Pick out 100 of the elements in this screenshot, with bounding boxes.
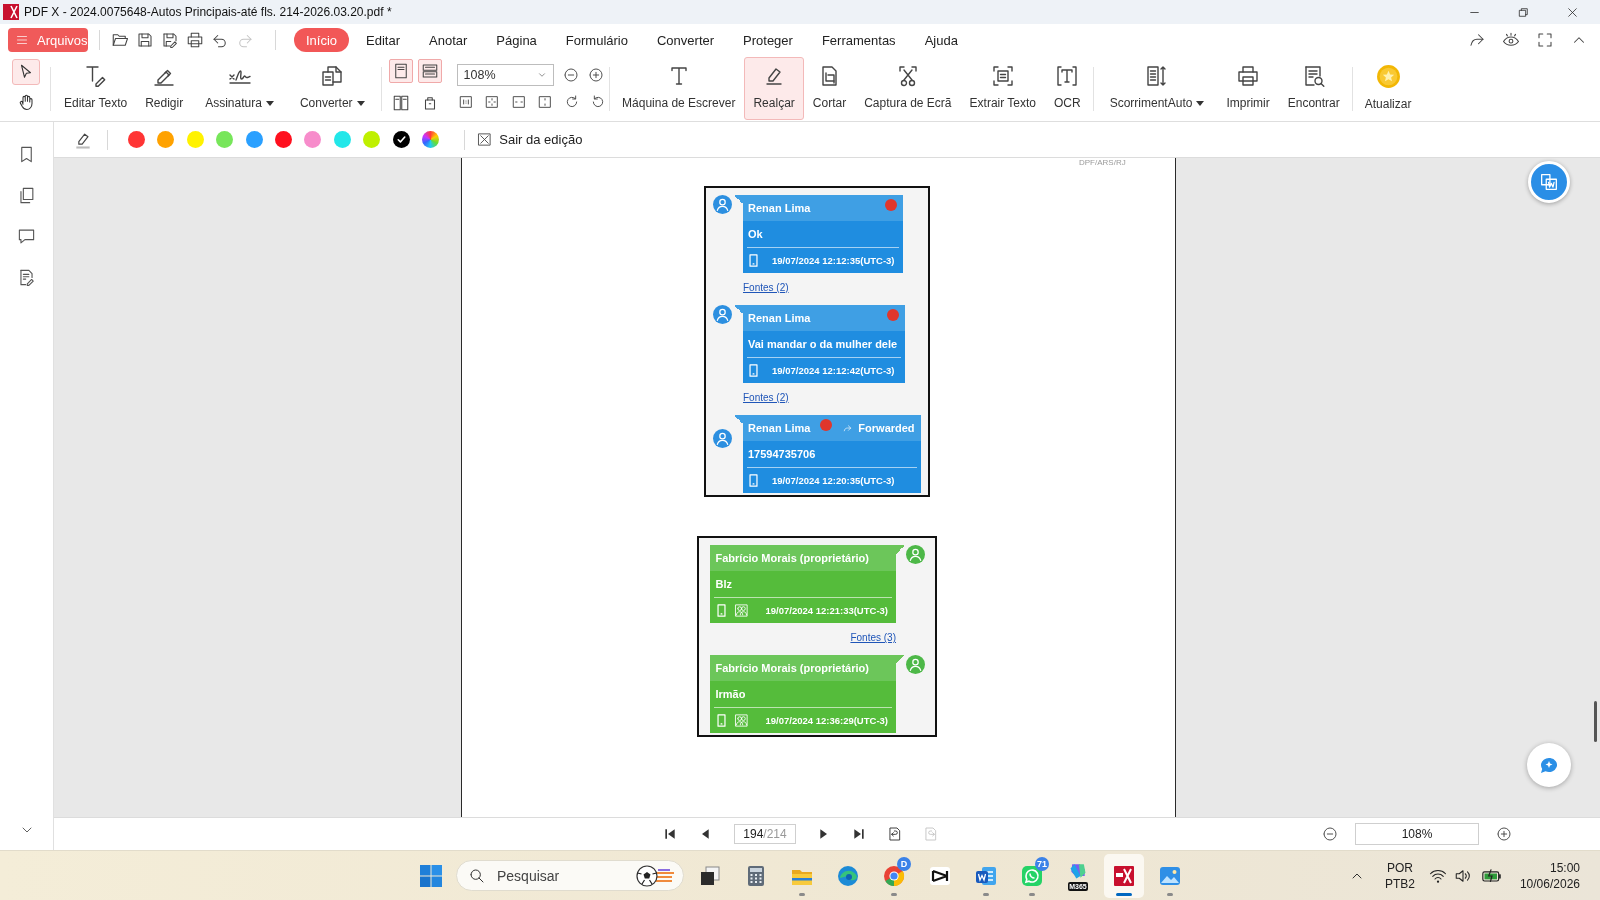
save-icon[interactable] <box>136 31 154 49</box>
color-swatch-icon[interactable] <box>304 131 322 148</box>
typewriter-button[interactable]: Máquina de Escrever <box>613 57 745 120</box>
sender-name: Renan Lima <box>748 312 811 324</box>
windows-start-icon[interactable] <box>419 863 443 888</box>
zoom-select[interactable]: 108% <box>456 64 554 86</box>
last-page-icon[interactable] <box>851 826 867 842</box>
zoom-in-icon[interactable] <box>587 67 604 83</box>
ocr-button[interactable]: OCR <box>1045 57 1090 120</box>
color-swatch-icon[interactable] <box>274 131 292 148</box>
form-edit-icon[interactable] <box>17 268 36 287</box>
translate-button[interactable] <box>1528 161 1570 203</box>
close-icon[interactable] <box>1566 5 1579 19</box>
folder-icon[interactable] <box>111 31 129 49</box>
edit-text-button[interactable]: Editar Texto <box>55 57 137 120</box>
zoom-out-icon[interactable] <box>562 67 579 83</box>
task-view-icon[interactable] <box>698 863 722 888</box>
printer-icon[interactable] <box>186 31 204 49</box>
color-swatch-icon[interactable] <box>363 131 381 148</box>
forward-icon <box>842 422 854 434</box>
documents-icon <box>1538 171 1560 193</box>
update-button[interactable]: Atualizar <box>1355 57 1421 120</box>
menu-tab[interactable]: Proteger <box>731 28 805 52</box>
page-number: 194 <box>743 827 764 841</box>
fit-width-icon[interactable] <box>510 94 527 110</box>
highlight-button[interactable]: Realçar <box>744 57 804 120</box>
star-coin-icon <box>1375 64 1401 89</box>
print-button[interactable]: Imprimir <box>1217 57 1279 120</box>
message-timestamp: 19/07/2024 12:12:42(UTC-3) <box>772 365 895 376</box>
clock-date[interactable]: 10/06/2026 <box>1519 875 1580 892</box>
menu-tab[interactable]: Converter <box>644 28 727 52</box>
zoom-out-icon[interactable] <box>1322 826 1338 842</box>
pdf-app-icon[interactable] <box>1112 863 1136 888</box>
signature-button[interactable]: Assinatura <box>192 57 287 120</box>
message-text: 17594735706 <box>748 447 816 460</box>
select-tool-button[interactable] <box>12 59 40 85</box>
browser-icon[interactable] <box>882 863 906 888</box>
extract-text-button[interactable]: Extrair Texto <box>960 57 1045 120</box>
zoom-in-icon[interactable] <box>1496 826 1512 842</box>
text-edit-icon <box>83 64 108 88</box>
assistant-button[interactable] <box>1527 743 1571 787</box>
menu-tab[interactable]: Ajuda <box>912 28 970 52</box>
screenshot-button[interactable]: Captura de Ecrã <box>855 57 961 120</box>
color-wheel-icon[interactable] <box>421 131 439 148</box>
chevron-down-icon <box>536 70 547 80</box>
restore-icon[interactable] <box>1517 5 1530 19</box>
color-swatch-icon[interactable] <box>216 131 234 148</box>
convert-button[interactable]: Converter <box>286 57 378 120</box>
fit-page-icon[interactable] <box>484 94 501 110</box>
sender-name: Renan Lima <box>748 202 811 214</box>
color-swatch-icon[interactable] <box>128 131 145 148</box>
redact-button[interactable]: Redigir <box>136 57 193 120</box>
message-timestamp: 19/07/2024 12:36:29(UTC-3) <box>765 715 888 726</box>
message-text: Ok <box>748 227 763 240</box>
crop-button[interactable]: Cortar <box>803 57 856 120</box>
sources-link[interactable]: Fontes (2) <box>743 391 789 405</box>
color-swatch-icon[interactable] <box>245 131 263 148</box>
menu-tab[interactable]: Editar <box>354 28 413 52</box>
clock-time[interactable]: 15:00 <box>1549 859 1580 876</box>
page-number-field[interactable]: 194/214 <box>734 824 796 844</box>
sender-name: Fabrício Morais (proprietário) <box>715 662 869 674</box>
comment-icon[interactable] <box>17 227 36 246</box>
color-swatch-icon[interactable] <box>333 131 351 148</box>
menu-tab[interactable]: Ferramentas <box>809 28 908 52</box>
menu-tab[interactable]: Página <box>484 28 549 52</box>
keyboard-layout[interactable]: PTB2 <box>1384 875 1415 892</box>
input-language[interactable]: POR <box>1386 859 1413 876</box>
find-button[interactable]: Encontrar <box>1278 57 1349 120</box>
fullscreen-icon[interactable] <box>1536 31 1554 49</box>
first-page-icon[interactable] <box>662 826 678 842</box>
forwarded-label: Forwarded <box>858 422 915 434</box>
eye-icon[interactable] <box>1502 31 1520 49</box>
sources-link[interactable]: Fontes (3) <box>850 631 896 645</box>
fit-height-icon[interactable] <box>537 94 554 110</box>
pages-icon[interactable] <box>17 186 36 205</box>
color-swatch-icon[interactable] <box>392 131 410 148</box>
phone-icon <box>717 714 727 727</box>
single-layout-button[interactable] <box>388 59 413 83</box>
menu-tab[interactable]: Anotar <box>417 28 480 52</box>
sources-link[interactable]: Fontes (2) <box>743 281 789 295</box>
auto-scroll-button[interactable]: ScorrimentAuto <box>1096 57 1218 120</box>
search-field[interactable]: Pesquisar <box>456 860 684 891</box>
share-icon[interactable] <box>1468 31 1486 49</box>
continuous-layout-button[interactable] <box>417 59 442 83</box>
actual-size-icon[interactable] <box>457 94 474 110</box>
phone-icon <box>749 254 758 267</box>
message-text: Irmão <box>715 687 746 700</box>
close-box-icon <box>477 132 493 147</box>
exit-edit-button[interactable]: Sair da edição <box>477 132 583 147</box>
document-undo-icon[interactable] <box>887 826 903 842</box>
color-swatch-icon[interactable] <box>157 131 175 148</box>
avatar-icon <box>713 195 732 214</box>
save-as-icon[interactable] <box>161 31 179 49</box>
active-app-tile[interactable] <box>1104 853 1144 898</box>
color-swatch-icon[interactable] <box>186 131 204 148</box>
browser-icon[interactable] <box>836 863 860 888</box>
zoom-field[interactable]: 108% <box>1355 823 1479 845</box>
menu-tab[interactable]: Formulário <box>553 28 640 52</box>
scrollbar-thumb[interactable] <box>1594 701 1597 742</box>
search-icon <box>469 867 485 884</box>
